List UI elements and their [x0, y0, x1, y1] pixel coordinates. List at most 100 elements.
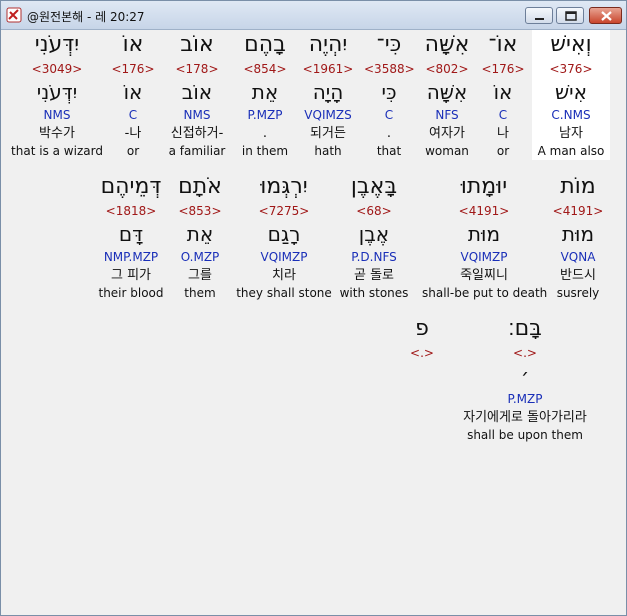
english-gloss: or	[496, 144, 510, 158]
word-cell[interactable]: בָהֶם <854> אֵת P.MZP. in them	[237, 30, 293, 160]
word-cell[interactable]: וְאִישׁ <376> אִישׁ C.NMS 남자 A man also	[532, 30, 610, 160]
morph-code: VQIMZP	[460, 250, 508, 264]
lemma: מוּת	[467, 222, 501, 246]
strong-number[interactable]: <4191>	[550, 202, 606, 220]
close-button[interactable]	[589, 7, 622, 24]
strong-number[interactable]: <853>	[173, 202, 227, 220]
hebrew-word: בָּאֶבֶן	[350, 174, 398, 199]
lemma	[402, 362, 442, 390]
korean-gloss: .	[262, 126, 268, 141]
morph-code: P.D.NFS	[351, 250, 397, 264]
korean-gloss: -나	[124, 126, 142, 141]
korean-gloss: 그 피가	[110, 268, 151, 283]
word-cell[interactable]: יוּמָתוּ <4191> מוּת VQIMZP 죽일찌니 shall-be put…	[422, 172, 547, 302]
minimize-icon	[535, 18, 544, 20]
strong-number[interactable]: <1961>	[298, 60, 358, 78]
word-cell[interactable]: בָּם׃ <.> ׳ P.MZP 자기에게로 돌아가리라 shall be upon t…	[450, 314, 600, 444]
app-icon	[6, 7, 22, 23]
morph-code: C	[498, 108, 508, 122]
title-bar[interactable]: @원전본해 - 레 20:27	[1, 1, 626, 30]
morph-code: NMS	[43, 108, 71, 122]
strong-number[interactable]: <178>	[164, 60, 230, 78]
lemma: רָגַם	[267, 222, 301, 246]
strong-number[interactable]: <854>	[237, 60, 293, 78]
lemma: אֵת	[186, 222, 214, 246]
morph-code: VQIMZS	[304, 108, 352, 122]
morph-code: VQNA	[560, 250, 596, 264]
word-cell[interactable]: יִדְּעֹנִי <3049> יִדְּעֹנִי NMS 박수가 that is …	[5, 30, 109, 160]
korean-gloss	[402, 408, 442, 427]
hebrew-word: דְּמֵיהֶם	[100, 174, 162, 199]
morph-code: NMP.MZP	[103, 250, 159, 264]
maximize-icon	[565, 11, 577, 21]
strong-number[interactable]: <376>	[532, 60, 610, 78]
word-cell[interactable]: אִשָּׁה <802> אִשָּׁה NFS 여자가 woman	[419, 30, 475, 160]
morph-code: P.MZP	[247, 108, 283, 122]
strong-number[interactable]: <.>	[450, 344, 600, 362]
hebrew-word: אֹתָם	[178, 174, 222, 199]
morph-code: NMS	[183, 108, 211, 122]
korean-gloss: 여자가	[429, 126, 465, 141]
korean-gloss: 되거든	[310, 126, 346, 141]
lemma: ׳	[520, 364, 530, 388]
strong-number[interactable]: <176>	[108, 60, 158, 78]
korean-gloss: 치라	[272, 268, 296, 283]
app-window: @원전본해 - 레 20:27 וְאִישׁ <376> אִישׁ C.NMS 남자…	[0, 0, 627, 616]
morph-code: VQIMZP	[260, 250, 308, 264]
strong-number[interactable]: <1818>	[95, 202, 167, 220]
word-cell[interactable]: אוֹב <178> אוֹב NMS 신접하거-a familiar	[164, 30, 230, 160]
hebrew-word: יִדְּעֹנִי	[34, 32, 80, 57]
strong-number[interactable]: <4191>	[422, 202, 546, 220]
korean-gloss: 남자	[559, 126, 583, 141]
strong-number[interactable]: <3588>	[364, 60, 415, 78]
lemma: אֶבֶן	[358, 222, 390, 246]
morph-code: P.MZP	[507, 392, 543, 406]
word-cell[interactable]: דְּמֵיהֶם <1818> דָּם NMP.MZP 그 피가 their bloo…	[95, 172, 167, 302]
hebrew-word: אוֹב	[180, 32, 214, 57]
strong-number[interactable]: <68>	[330, 202, 418, 220]
maximize-button[interactable]	[556, 7, 584, 24]
english-gloss: that is a wizard	[11, 144, 103, 158]
word-cell[interactable]: אֹתָם <853> אֵת O.MZP 그를 them	[173, 172, 227, 302]
lemma: מוּת	[561, 222, 595, 246]
word-cell[interactable]: מוֹת <4191> מוּת VQNA 반드시 susrely	[550, 172, 606, 302]
word-cell[interactable]: יִהְיֶה <1961> הָיָה VQIMZS 되거든 hath	[298, 30, 358, 160]
strong-number[interactable]: <3049>	[5, 60, 109, 78]
minimize-button[interactable]	[525, 7, 553, 24]
morph-code: NFS	[435, 108, 459, 122]
close-icon	[601, 11, 612, 21]
english-gloss: a familiar	[168, 144, 226, 158]
hebrew-word: יִרְגְּמוּ	[260, 174, 308, 199]
lemma: יִדְּעֹנִי	[36, 80, 78, 104]
english-gloss: that	[376, 144, 402, 158]
strong-number[interactable]: <802>	[419, 60, 475, 78]
strong-number[interactable]: <.>	[402, 344, 442, 362]
korean-gloss: 반드시	[560, 268, 596, 283]
hebrew-word: אִשָּׁה	[424, 32, 470, 57]
word-cell[interactable]: אוֹ <176> אוֹ C -나 or	[108, 30, 158, 160]
lemma: אוֹב	[181, 80, 213, 104]
english-gloss: with stones	[339, 286, 409, 300]
korean-gloss: .	[386, 126, 392, 141]
strong-number[interactable]: <176>	[478, 60, 528, 78]
lemma: אִישׁ	[554, 80, 587, 104]
morph-code: C.NMS	[551, 108, 591, 122]
english-gloss: their blood	[98, 286, 164, 300]
hebrew-word: יִהְיֶה	[308, 32, 348, 57]
hebrew-word: אוֹ	[122, 32, 144, 57]
strong-number[interactable]: <7275>	[236, 202, 332, 220]
lemma: הָיָה	[312, 80, 344, 104]
morph-code: C	[384, 108, 394, 122]
english-gloss: susrely	[556, 286, 600, 300]
lemma: כִּי	[381, 80, 397, 104]
word-cell[interactable]: פ <.>	[402, 314, 442, 444]
word-cell[interactable]: כִּי־ <3588> כִּי C. that	[364, 30, 415, 160]
word-cell[interactable]: יִרְגְּמוּ <7275> רָגַם VQIMZP 치라 they shall …	[236, 172, 332, 302]
lemma: אוֹ	[123, 80, 143, 104]
word-cell[interactable]: בָּאֶבֶן <68> אֶבֶן P.D.NFS 곧 돌로 with stones	[330, 172, 418, 302]
hebrew-word: כִּי־	[376, 32, 402, 57]
interlinear-view: וְאִישׁ <376> אִישׁ C.NMS 남자 A man also אוֹ־ <1…	[3, 30, 624, 613]
word-cell[interactable]: אוֹ־ <176> אוֹ C 나 or	[478, 30, 528, 160]
korean-gloss: 신접하거-	[170, 126, 224, 141]
hebrew-word: וְאִישׁ	[550, 32, 592, 57]
